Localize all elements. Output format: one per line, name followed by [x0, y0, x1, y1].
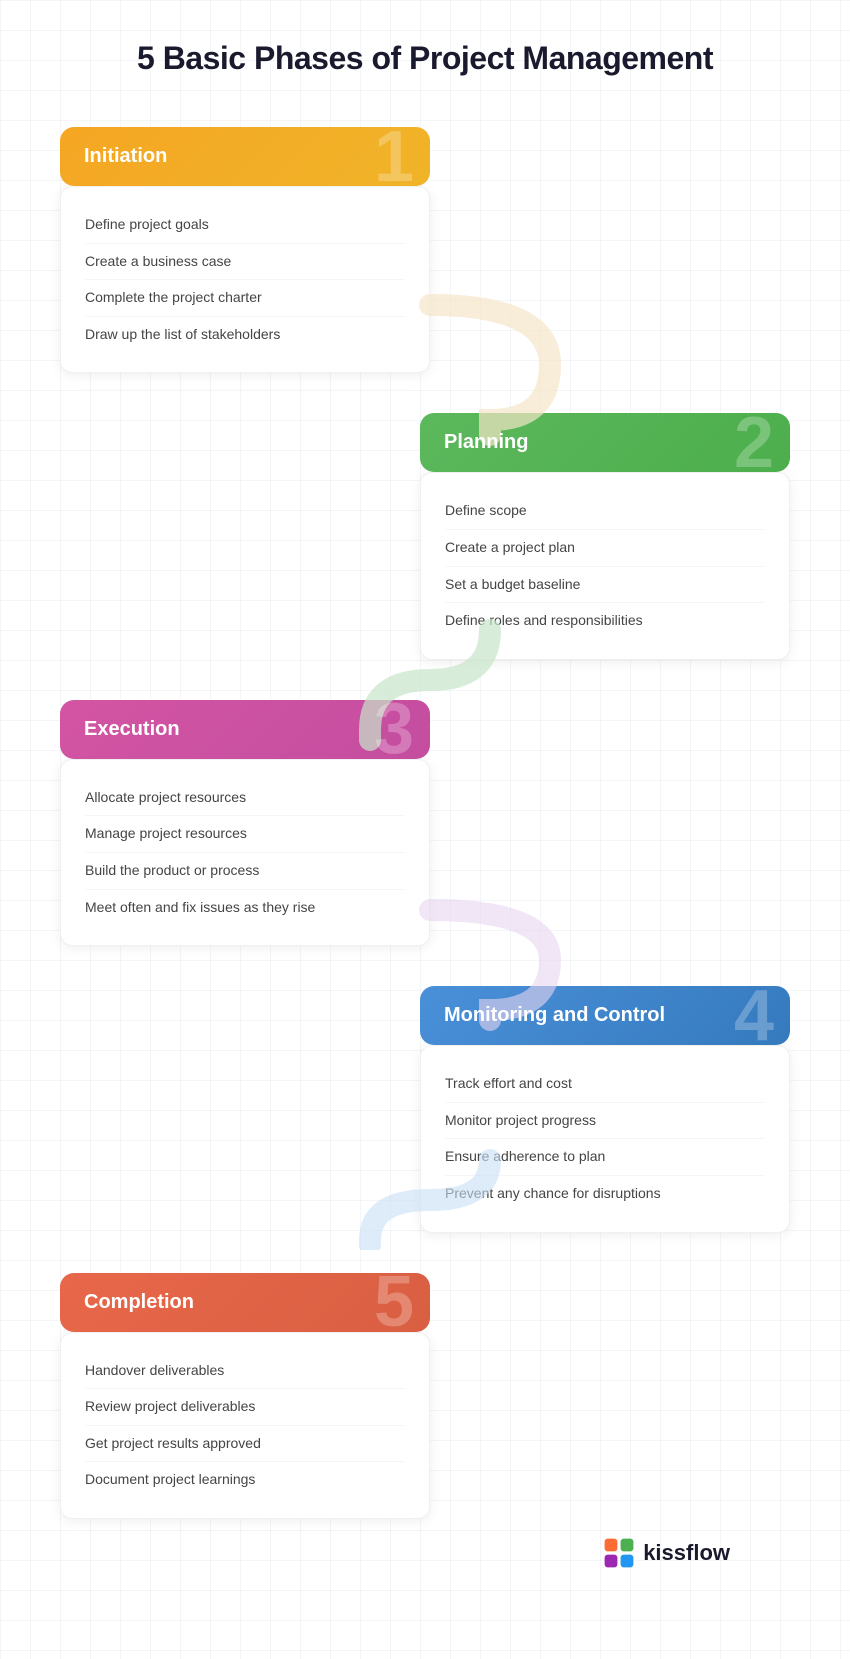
planning-label: Planning [444, 431, 528, 454]
list-item: Handover deliverables [85, 1353, 405, 1390]
list-item: Define scope [445, 493, 765, 530]
phase-completion: Completion 5 Handover deliverables Revie… [60, 1273, 430, 1519]
phase-execution: Execution 3 Allocate project resources M… [60, 700, 430, 946]
initiation-label: Initiation [84, 145, 167, 168]
initiation-number: 1 [374, 127, 414, 186]
list-item: Define project goals [85, 207, 405, 244]
phases-layout: Initiation 1 Define project goals Create… [60, 127, 790, 1599]
row-completion: Completion 5 Handover deliverables Revie… [60, 1273, 790, 1519]
initiation-content: Define project goals Create a business c… [60, 186, 430, 373]
list-item: Meet often and fix issues as they rise [85, 890, 405, 926]
list-item: Build the product or process [85, 853, 405, 890]
row-planning: Planning 2 Define scope Create a project… [60, 413, 790, 659]
initiation-header: Initiation 1 [60, 127, 430, 186]
main-title: 5 Basic Phases of Project Management [60, 40, 790, 77]
execution-label: Execution [84, 718, 180, 741]
phase-monitoring: Monitoring and Control 4 Track effort an… [420, 986, 790, 1232]
list-item: Define roles and responsibilities [445, 603, 765, 639]
kissflow-logo: kissflow [603, 1537, 730, 1569]
list-item: Review project deliverables [85, 1389, 405, 1426]
monitoring-content: Track effort and cost Monitor project pr… [420, 1045, 790, 1232]
planning-number: 2 [734, 413, 774, 472]
list-item: Track effort and cost [445, 1066, 765, 1103]
list-item: Create a business case [85, 244, 405, 281]
completion-header: Completion 5 [60, 1273, 430, 1332]
execution-number: 3 [374, 700, 414, 759]
phase-planning: Planning 2 Define scope Create a project… [420, 413, 790, 659]
list-item: Complete the project charter [85, 280, 405, 317]
list-item: Manage project resources [85, 816, 405, 853]
list-item: Draw up the list of stakeholders [85, 317, 405, 353]
monitoring-label: Monitoring and Control [444, 1004, 665, 1027]
row-initiation: Initiation 1 Define project goals Create… [60, 127, 790, 373]
planning-header: Planning 2 [420, 413, 790, 472]
list-item: Prevent any chance for disruptions [445, 1176, 765, 1212]
list-item: Get project results approved [85, 1426, 405, 1463]
list-item: Allocate project resources [85, 780, 405, 817]
content-area: 5 Basic Phases of Project Management Ini… [60, 40, 790, 1599]
completion-number: 5 [374, 1273, 414, 1332]
list-item: Set a budget baseline [445, 567, 765, 604]
monitoring-header: Monitoring and Control 4 [420, 986, 790, 1045]
phase-initiation: Initiation 1 Define project goals Create… [60, 127, 430, 373]
execution-content: Allocate project resources Manage projec… [60, 759, 430, 946]
row-execution: Execution 3 Allocate project resources M… [60, 700, 790, 946]
completion-content: Handover deliverables Review project del… [60, 1332, 430, 1519]
list-item: Monitor project progress [445, 1103, 765, 1140]
page-container: 5 Basic Phases of Project Management Ini… [0, 0, 850, 1659]
kissflow-icon [603, 1537, 635, 1569]
planning-content: Define scope Create a project plan Set a… [420, 472, 790, 659]
completion-label: Completion [84, 1291, 194, 1314]
list-item: Create a project plan [445, 530, 765, 567]
execution-header: Execution 3 [60, 700, 430, 759]
kissflow-logo-text: kissflow [643, 1540, 730, 1566]
row-monitoring: Monitoring and Control 4 Track effort an… [60, 986, 790, 1232]
list-item: Document project learnings [85, 1462, 405, 1498]
list-item: Ensure adherence to plan [445, 1139, 765, 1176]
monitoring-number: 4 [734, 986, 774, 1045]
